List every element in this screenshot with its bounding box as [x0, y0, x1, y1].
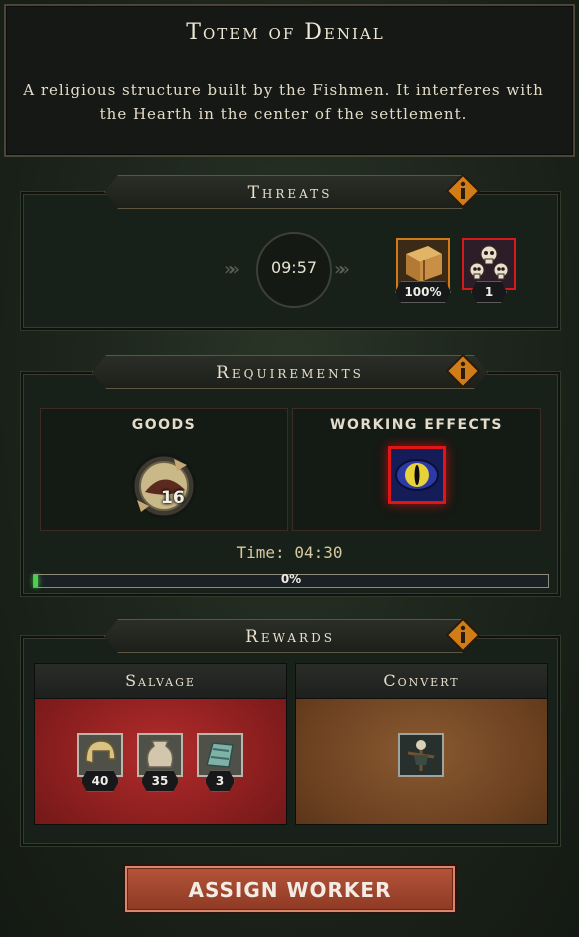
- eye-icon: [395, 459, 439, 491]
- construction-time: Time: 04:30: [236, 543, 343, 562]
- fabric-icon: [206, 742, 234, 768]
- building-title: Totem of Denial: [186, 20, 385, 45]
- salvage-header: Salvage: [35, 664, 286, 699]
- timer-right-arrows-icon: »»: [334, 259, 350, 280]
- scarecrow-icon: [407, 740, 435, 771]
- goods-label: GOODS: [131, 417, 197, 433]
- crate-icon: [406, 246, 442, 282]
- salvage-fabric-count: 3: [205, 770, 235, 792]
- convert-header: Convert: [296, 664, 547, 699]
- threat-crate-value: 100%: [395, 281, 451, 303]
- helmet-icon: [85, 740, 116, 764]
- working-effect-slot[interactable]: [388, 446, 446, 504]
- salvage-pot-count: 35: [141, 770, 179, 792]
- skulls-icon: [469, 245, 509, 280]
- threats-header: Threats: [247, 183, 333, 203]
- building-description: A religious structure built by the Fishm…: [23, 81, 544, 123]
- working-effects-label: WORKING EFFECTS: [330, 417, 503, 433]
- convert-item[interactable]: [398, 733, 444, 777]
- requirements-banner: Requirements: [92, 355, 488, 389]
- threat-skulls-value: 1: [471, 281, 507, 303]
- goods-cycle-icon[interactable]: [129, 452, 199, 520]
- threats-banner: Threats: [104, 175, 476, 209]
- threat-timer: 09:57: [270, 258, 318, 277]
- goods-count: 16: [161, 488, 185, 508]
- rewards-banner: Rewards: [104, 619, 476, 653]
- threats-info-icon[interactable]: [446, 174, 480, 208]
- salvage-helmet-count: 40: [81, 770, 119, 792]
- timer-left-arrows-icon: »»: [224, 259, 240, 280]
- pot-icon: [146, 740, 174, 768]
- rewards-header: Rewards: [245, 627, 335, 647]
- progress-percent: 0%: [280, 572, 302, 586]
- rewards-info-icon[interactable]: [446, 618, 480, 652]
- requirements-info-icon[interactable]: [446, 354, 480, 388]
- requirements-header: Requirements: [216, 363, 364, 383]
- assign-worker-button[interactable]: ASSIGN WORKER: [125, 866, 455, 912]
